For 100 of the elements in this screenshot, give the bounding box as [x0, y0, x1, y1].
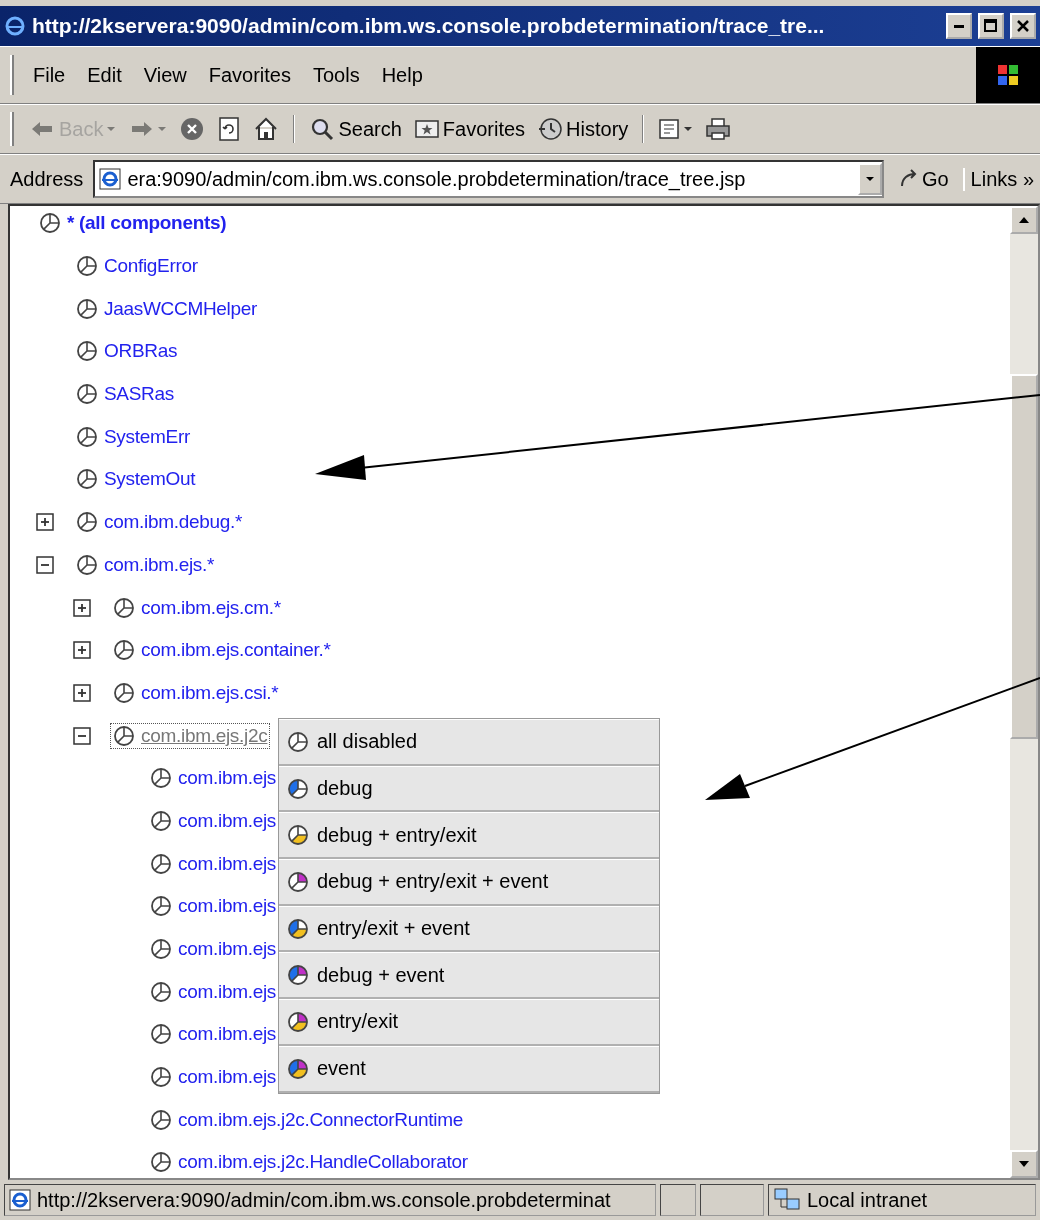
expand-icon[interactable] [73, 598, 91, 617]
tree-item[interactable]: com.ibm.ejs.cm.* [141, 596, 281, 619]
pie-icon [287, 1057, 309, 1080]
pie-icon [76, 255, 98, 278]
tree-item[interactable]: SASRas [104, 383, 174, 406]
pie-icon [150, 1108, 172, 1131]
tree-item[interactable]: com.ibm.ejs.* [104, 553, 215, 576]
pie-icon [39, 212, 61, 235]
document-icon [658, 116, 681, 142]
option-label: debug + entry/exit [317, 823, 477, 847]
pie-icon [150, 852, 172, 875]
pie-icon [287, 777, 309, 800]
option-label: debug + event [317, 963, 445, 987]
dropdown-button[interactable] [857, 163, 882, 195]
star-folder-icon [413, 118, 440, 140]
pie-icon [287, 824, 309, 847]
tree-item[interactable]: com.ibm.ejs.container.* [141, 639, 331, 662]
tree-item[interactable]: com.ibm.ejs [178, 1066, 277, 1089]
collapse-icon[interactable] [36, 555, 54, 574]
address-label: Address [10, 167, 84, 191]
minimize-icon [954, 24, 964, 28]
tree-item[interactable]: com.ibm.ejs [178, 767, 277, 790]
menu-option[interactable]: entry/exit + event [279, 905, 659, 953]
zone-label: Local intranet [807, 1188, 928, 1212]
go-button[interactable]: Go [887, 167, 959, 191]
expand-icon[interactable] [36, 513, 54, 532]
menu-item[interactable]: View [132, 59, 198, 91]
globe-page-icon [9, 1189, 31, 1211]
menu-option[interactable]: debug + entry/exit [279, 812, 659, 860]
menu-item[interactable]: File [22, 59, 77, 91]
tree-item[interactable]: SystemOut [104, 468, 196, 491]
close-icon [1016, 19, 1030, 33]
menu-item[interactable]: Favorites [197, 59, 302, 91]
menu-option[interactable]: all disabled [279, 719, 659, 766]
tree-item[interactable]: com.ibm.ejs [178, 895, 277, 918]
caret-icon [864, 175, 875, 183]
menu-option[interactable]: entry/exit [279, 999, 659, 1046]
tree-item[interactable]: com.ibm.ejs [178, 809, 277, 832]
printer-icon [705, 116, 732, 142]
pie-icon [287, 870, 309, 893]
tree-item[interactable]: com.ibm.ejs.csi.* [141, 681, 279, 704]
pie-icon [76, 383, 98, 406]
caret-icon [157, 125, 168, 133]
history-button[interactable]: History [533, 114, 633, 144]
close-button[interactable] [1010, 13, 1036, 39]
pie-icon [150, 938, 172, 961]
scroll-thumb[interactable] [1010, 374, 1038, 739]
menu-item[interactable]: Tools [301, 59, 371, 91]
status-pane [660, 1184, 696, 1216]
pie-icon [113, 681, 135, 704]
tree-item[interactable]: * (all components) [67, 212, 227, 235]
pie-icon [76, 553, 98, 576]
network-icon [773, 1187, 801, 1213]
tree-item[interactable]: com.ibm.ejs [178, 1023, 277, 1046]
pie-icon [150, 1023, 172, 1046]
globe-page-icon [99, 168, 122, 190]
clock-icon [537, 116, 564, 142]
expand-icon[interactable] [73, 683, 91, 702]
tree-item[interactable]: JaasWCCMHelper [104, 297, 258, 320]
scroll-up-button[interactable] [1010, 206, 1038, 234]
tree-item[interactable]: SystemErr [104, 425, 190, 448]
tree-item[interactable]: com.ibm.ejs [178, 852, 277, 875]
pie-icon [76, 340, 98, 363]
menu-item[interactable]: Edit [76, 59, 133, 91]
expand-icon[interactable] [73, 641, 91, 660]
option-label: all disabled [317, 730, 418, 754]
address-field[interactable]: era:9090/admin/com.ibm.ws.console.probdetermination/trace_tree.jsp [93, 160, 884, 198]
pie-icon [76, 468, 98, 491]
collapse-icon[interactable] [73, 726, 91, 745]
tree-item[interactable]: com.ibm.ejs.j2c.ConnectorRuntime [178, 1108, 463, 1131]
pie-icon [150, 980, 172, 1003]
scroll-down-button[interactable] [1010, 1150, 1038, 1178]
search-button[interactable]: Search [305, 114, 406, 144]
refresh-icon [217, 116, 242, 142]
tree-item[interactable]: ORBRas [104, 340, 178, 363]
up-arrow-icon [1018, 216, 1030, 224]
links-button[interactable]: Links » [962, 167, 1040, 191]
window-title: http://2kservera:9090/admin/com.ibm.ws.console.probdetermination/trace_tre... [32, 14, 826, 38]
maximize-button[interactable] [978, 13, 1004, 39]
status-pane [700, 1184, 764, 1216]
pie-icon [76, 511, 98, 534]
menu-option[interactable]: debug [279, 765, 659, 813]
favorites-button[interactable]: Favorites [409, 115, 530, 143]
pie-icon [150, 1066, 172, 1089]
menu-option[interactable]: debug + event [279, 952, 659, 1000]
menu-option[interactable]: event [279, 1045, 659, 1093]
scrollbar[interactable] [1010, 206, 1038, 1178]
tree-item[interactable]: com.ibm.debug.* [104, 511, 243, 534]
pie-icon [113, 724, 135, 747]
windows-logo [976, 47, 1040, 103]
menu-option[interactable]: debug + entry/exit + event [279, 859, 659, 906]
pie-icon [287, 730, 309, 753]
pie-icon [150, 895, 172, 918]
tree-item[interactable]: com.ibm.ejs [178, 938, 277, 961]
caret-icon [106, 125, 117, 133]
tree-item[interactable]: ConfigError [104, 255, 198, 278]
menu-item[interactable]: Help [370, 59, 434, 91]
tree-item[interactable]: com.ibm.ejs.j2c.HandleCollaborator [178, 1151, 468, 1174]
tree-item[interactable]: com.ibm.ejs [178, 980, 277, 1003]
minimize-button[interactable] [946, 13, 972, 39]
